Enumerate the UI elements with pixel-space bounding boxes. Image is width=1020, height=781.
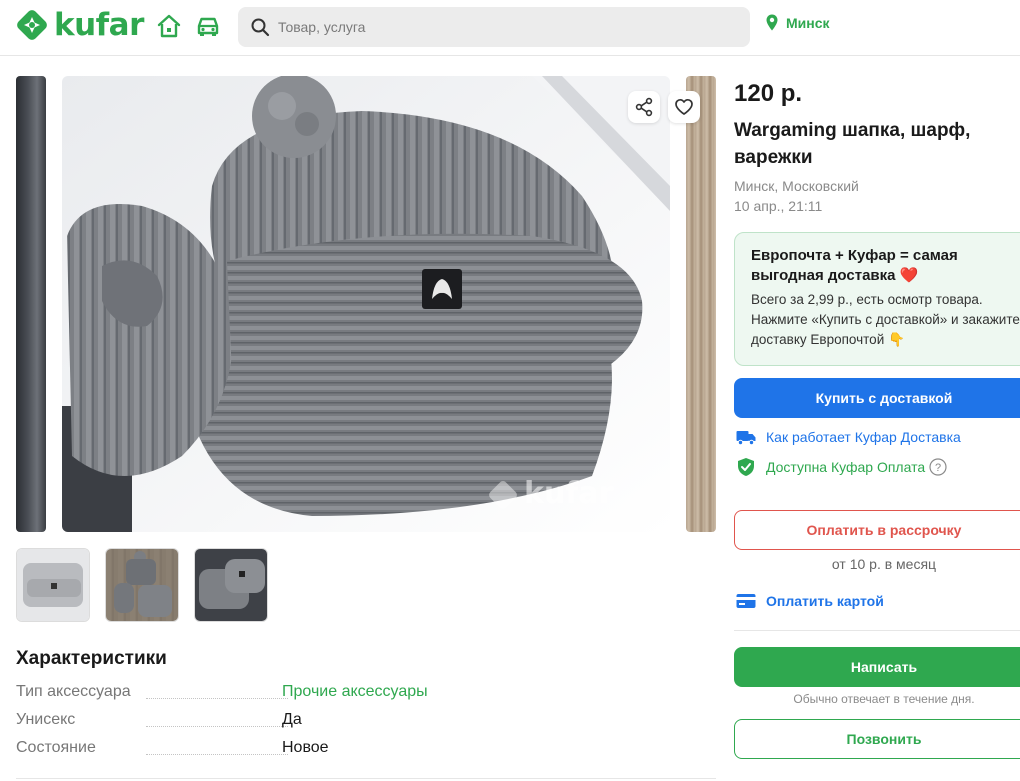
characteristic-row: Тип аксессуара Прочие аксессуары: [16, 683, 716, 705]
listing-title: Wargaming шапка, шарф, варежки: [734, 120, 971, 168]
pay-by-card-link[interactable]: Оплатить картой: [736, 593, 884, 609]
thumbnail-2[interactable]: [105, 548, 179, 622]
truck-icon: [736, 431, 756, 446]
call-button[interactable]: Позвонить: [734, 719, 1020, 759]
home-icon[interactable]: [156, 13, 182, 39]
kufar-logo-icon: [17, 10, 47, 40]
delivery-promo-banner: Европочта + Куфар = самая выгодная доста…: [734, 232, 1020, 366]
search-input[interactable]: [278, 19, 718, 35]
pay-installment-button[interactable]: Оплатить в рассрочку: [734, 510, 1020, 550]
reply-time-note: Обычно отвечает в течение дня.: [793, 692, 975, 706]
next-photo-preview[interactable]: [686, 76, 716, 532]
dotted-leader: [146, 754, 288, 755]
listing-price: 120 р.: [734, 80, 803, 107]
dotted-leader: [146, 698, 288, 699]
delivery-info-label: Как работает Куфар Доставка: [766, 429, 961, 445]
buy-with-delivery-button[interactable]: Купить с доставкой: [734, 378, 1020, 418]
search-bar[interactable]: [238, 7, 750, 47]
help-icon[interactable]: ?: [929, 458, 947, 476]
share-icon: [635, 97, 653, 117]
car-icon[interactable]: [195, 13, 221, 39]
location-label: Минск: [786, 14, 830, 31]
credit-card-icon: [736, 594, 756, 608]
previous-photo-preview[interactable]: [16, 76, 46, 532]
thumbnail-1[interactable]: [16, 548, 90, 622]
pay-by-card-label: Оплатить картой: [766, 593, 884, 609]
payment-info-link[interactable]: Доступна Куфар Оплата ?: [736, 457, 947, 477]
listing-date: 10 апр., 21:11: [734, 198, 823, 214]
characteristic-value-link[interactable]: Прочие аксессуары: [282, 683, 428, 701]
characteristic-key: Тип аксессуара: [16, 683, 135, 701]
promo-title: Европочта + Куфар = самая выгодная доста…: [751, 247, 958, 284]
dotted-leader: [146, 726, 288, 727]
installment-monthly-amount: от 10 р. в месяц: [831, 556, 937, 572]
photo-watermark: kufar: [524, 476, 614, 511]
characteristic-value: Да: [282, 711, 302, 728]
heart-icon: [675, 98, 693, 115]
location-selector[interactable]: Минск: [766, 14, 830, 31]
write-message-button[interactable]: Написать: [734, 647, 1020, 687]
thumbnail-3[interactable]: [194, 548, 268, 622]
promo-text: Всего за 2,99 р., есть осмотр товара. На…: [751, 292, 1020, 347]
thumbnail-image: [106, 549, 178, 621]
main-photo[interactable]: kufar: [62, 76, 670, 532]
characteristic-key: Унисекс: [16, 711, 80, 729]
characteristic-key: Состояние: [16, 739, 100, 757]
divider: [16, 778, 716, 779]
search-icon: [251, 18, 270, 37]
share-button[interactable]: [628, 91, 660, 123]
kufar-logo[interactable]: kufar: [15, 8, 144, 42]
svg-text:?: ?: [935, 462, 941, 474]
divider: [734, 630, 1020, 631]
favorite-button[interactable]: [668, 91, 700, 123]
payment-info-label: Доступна Куфар Оплата: [766, 459, 926, 475]
characteristic-row: Состояние Новое: [16, 739, 716, 761]
characteristic-value: Новое: [282, 739, 329, 756]
knitted-hat-photo: kufar: [62, 76, 670, 532]
characteristic-row: Унисекс Да: [16, 711, 716, 733]
location-pin-icon: [766, 14, 778, 31]
thumbnail-image: [17, 549, 89, 621]
site-header: kufar Минск: [0, 0, 1020, 56]
logo-text: kufar: [54, 7, 144, 43]
shield-check-icon: [738, 458, 754, 476]
listing-location: Минск, Московский: [734, 178, 859, 194]
delivery-info-link[interactable]: Как работает Куфар Доставка: [736, 428, 961, 446]
characteristics-title: Характеристики: [16, 648, 167, 669]
thumbnail-image: [195, 549, 267, 621]
